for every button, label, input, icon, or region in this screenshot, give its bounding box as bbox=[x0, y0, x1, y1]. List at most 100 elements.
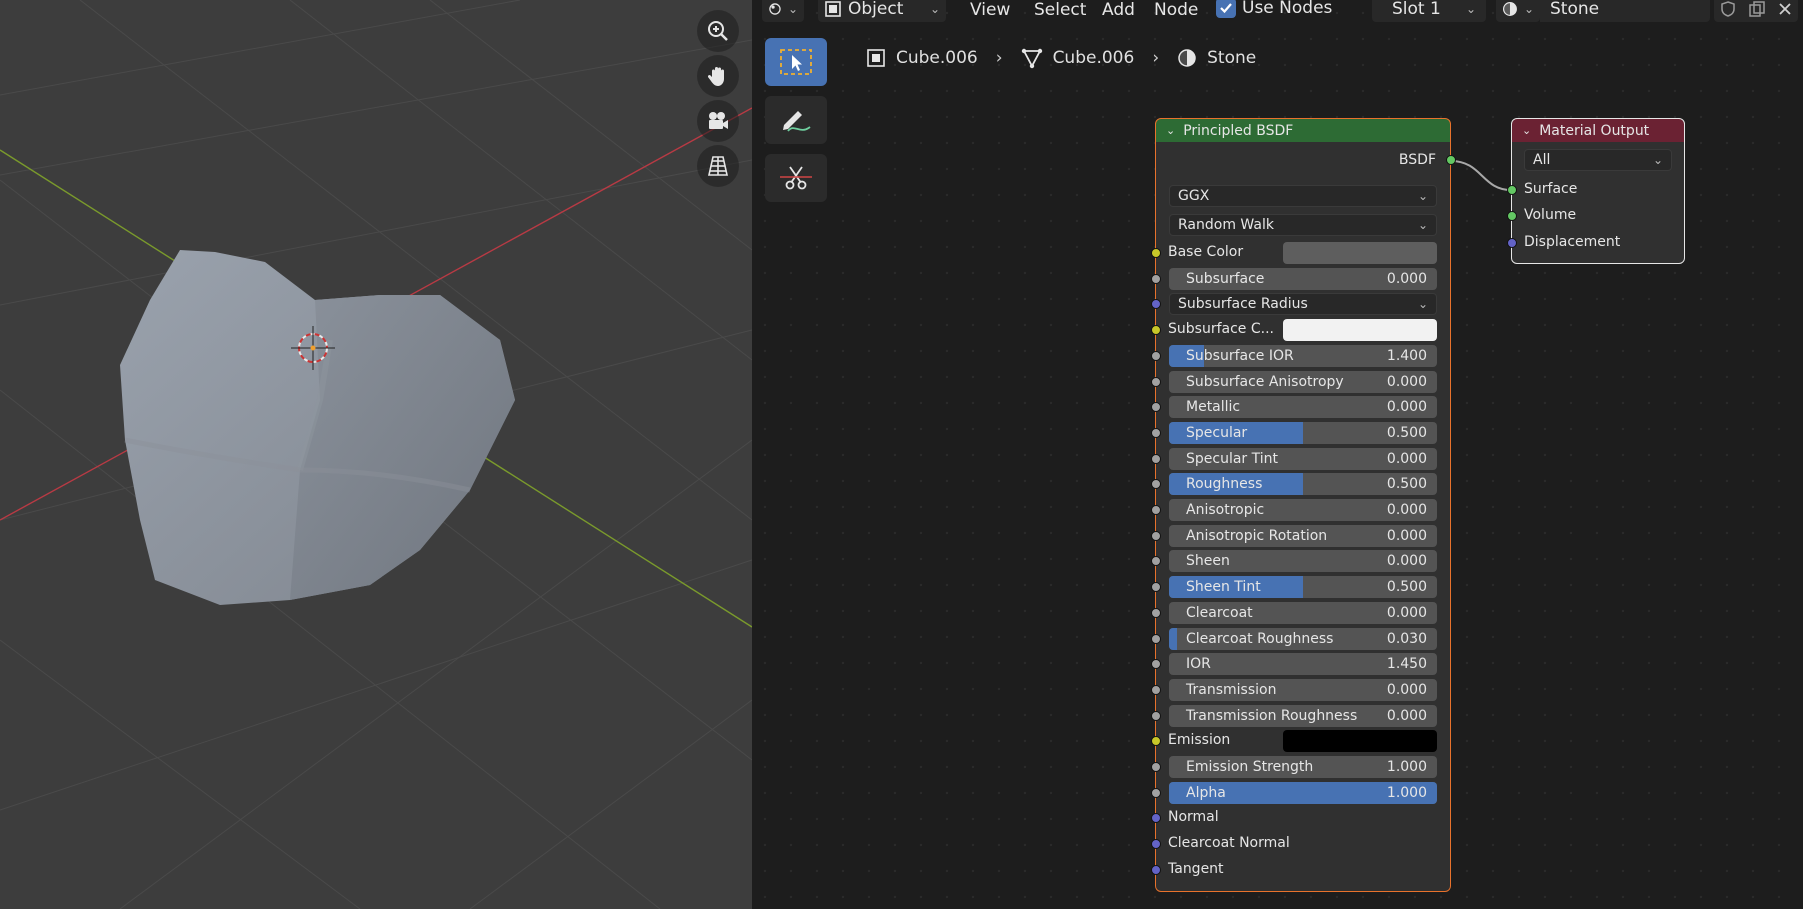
output-target-dropdown[interactable]: All ⌄ bbox=[1524, 149, 1672, 171]
ior-socket[interactable] bbox=[1151, 659, 1161, 669]
subsurface-anisotropy-field[interactable]: Subsurface Anisotropy 0.000 bbox=[1169, 371, 1437, 393]
normal-socket[interactable] bbox=[1151, 813, 1161, 823]
clearcoat-value: 0.000 bbox=[1386, 605, 1427, 621]
clearcoat-roughness-value: 0.030 bbox=[1386, 631, 1427, 647]
transmission-roughness-socket[interactable] bbox=[1151, 711, 1161, 721]
specular-socket[interactable] bbox=[1151, 428, 1161, 438]
metallic-field[interactable]: Metallic 0.000 bbox=[1169, 396, 1437, 418]
subsurface-radius-socket[interactable] bbox=[1151, 299, 1161, 309]
anisotropic-socket[interactable] bbox=[1151, 505, 1161, 515]
subsurface-c-socket[interactable] bbox=[1151, 325, 1161, 335]
metallic-socket[interactable] bbox=[1151, 402, 1161, 412]
zoom-icon[interactable] bbox=[697, 10, 739, 52]
subsurface-radius-dropdown[interactable]: Subsurface Radius ⌄ bbox=[1169, 293, 1437, 315]
emission-strength-value: 1.000 bbox=[1386, 759, 1427, 775]
subsurface-anisotropy-label: Subsurface Anisotropy bbox=[1186, 374, 1344, 390]
perspective-grid-icon[interactable] bbox=[697, 145, 739, 187]
anisotropic-rotation-socket[interactable] bbox=[1151, 531, 1161, 541]
roughness-label: Roughness bbox=[1186, 476, 1263, 492]
roughness-value: 0.500 bbox=[1386, 476, 1427, 492]
specular-value: 0.500 bbox=[1386, 425, 1427, 441]
subsurface-ior-socket[interactable] bbox=[1151, 351, 1161, 361]
subsurface-ior-label: Subsurface IOR bbox=[1186, 348, 1294, 364]
principled-bsdf-node[interactable]: ⌄ Principled BSDF BSDF GGX ⌄ Random Walk… bbox=[1151, 118, 1456, 892]
subsurface-method-dropdown[interactable]: Random Walk ⌄ bbox=[1169, 214, 1437, 236]
roughness-field[interactable]: Roughness 0.500 bbox=[1169, 473, 1437, 495]
tangent-label: Tangent bbox=[1168, 861, 1224, 877]
chevron-down-icon: ⌄ bbox=[1417, 218, 1428, 232]
subsurface-socket[interactable] bbox=[1151, 274, 1161, 284]
surface-input-socket[interactable] bbox=[1507, 185, 1517, 195]
specular-tint-socket[interactable] bbox=[1151, 454, 1161, 464]
surface-input-label: Surface bbox=[1524, 181, 1578, 197]
metallic-value: 0.000 bbox=[1386, 399, 1427, 415]
node-title: Principled BSDF bbox=[1183, 122, 1294, 139]
clearcoat-roughness-socket[interactable] bbox=[1151, 634, 1161, 644]
chevron-down-icon: ⌄ bbox=[1417, 297, 1428, 311]
emission-color-swatch[interactable] bbox=[1283, 730, 1437, 752]
anisotropic-rotation-field[interactable]: Anisotropic Rotation 0.000 bbox=[1169, 525, 1437, 547]
base-color-color-swatch[interactable] bbox=[1283, 242, 1437, 264]
base-color-socket[interactable] bbox=[1151, 248, 1161, 258]
sheen-label: Sheen bbox=[1186, 553, 1230, 569]
distribution-value: GGX bbox=[1178, 188, 1210, 204]
tangent-socket[interactable] bbox=[1151, 865, 1161, 875]
subsurface-c-label: Subsurface C... bbox=[1168, 321, 1274, 337]
viewport-scene bbox=[0, 0, 752, 909]
alpha-value: 1.000 bbox=[1386, 785, 1427, 801]
pan-hand-icon[interactable] bbox=[697, 55, 739, 97]
transmission-roughness-label: Transmission Roughness bbox=[1186, 708, 1358, 724]
transmission-value: 0.000 bbox=[1386, 682, 1427, 698]
anisotropic-field[interactable]: Anisotropic 0.000 bbox=[1169, 499, 1437, 521]
transmission-field[interactable]: Transmission 0.000 bbox=[1169, 679, 1437, 701]
node-title: Material Output bbox=[1539, 122, 1650, 139]
camera-icon[interactable] bbox=[697, 100, 739, 142]
specular-field[interactable]: Specular 0.500 bbox=[1169, 422, 1437, 444]
node-header[interactable]: ⌄ Principled BSDF bbox=[1156, 119, 1450, 142]
sheen-socket[interactable] bbox=[1151, 556, 1161, 566]
subsurface-anisotropy-socket[interactable] bbox=[1151, 377, 1161, 387]
collapse-chevron-icon[interactable]: ⌄ bbox=[1166, 124, 1175, 137]
base-color-label: Base Color bbox=[1168, 244, 1244, 260]
subsurface-ior-field[interactable]: Subsurface IOR 1.400 bbox=[1169, 345, 1437, 367]
sheen-tint-socket[interactable] bbox=[1151, 582, 1161, 592]
distribution-dropdown[interactable]: GGX ⌄ bbox=[1169, 185, 1437, 207]
specular-label: Specular bbox=[1186, 425, 1248, 441]
emission-strength-socket[interactable] bbox=[1151, 762, 1161, 772]
specular-tint-field[interactable]: Specular Tint 0.000 bbox=[1169, 448, 1437, 470]
node-header[interactable]: ⌄ Material Output bbox=[1512, 119, 1684, 142]
transmission-socket[interactable] bbox=[1151, 685, 1161, 695]
3d-viewport[interactable] bbox=[0, 0, 752, 909]
emission-socket[interactable] bbox=[1151, 736, 1161, 746]
sheen-tint-value: 0.500 bbox=[1386, 579, 1427, 595]
sheen-value: 0.000 bbox=[1386, 553, 1427, 569]
anisotropic-label: Anisotropic bbox=[1186, 502, 1265, 518]
emission-strength-label: Emission Strength bbox=[1186, 759, 1314, 775]
alpha-label: Alpha bbox=[1186, 785, 1226, 801]
transmission-roughness-field[interactable]: Transmission Roughness 0.000 bbox=[1169, 705, 1437, 727]
roughness-socket[interactable] bbox=[1151, 479, 1161, 489]
volume-input-socket[interactable] bbox=[1507, 211, 1517, 221]
clearcoat-normal-socket[interactable] bbox=[1151, 839, 1161, 849]
clearcoat-socket[interactable] bbox=[1151, 608, 1161, 618]
material-output-node[interactable]: ⌄ Material Output All ⌄ Surface Volume D… bbox=[1507, 118, 1685, 264]
clearcoat-normal-label: Clearcoat Normal bbox=[1168, 835, 1290, 851]
anisotropic-rotation-value: 0.000 bbox=[1386, 528, 1427, 544]
shader-node-editor[interactable]: ⌄ Object ⌄ View Select Add Node Use Node… bbox=[752, 0, 1803, 909]
emission-strength-field[interactable]: Emission Strength 1.000 bbox=[1169, 756, 1437, 778]
anisotropic-rotation-label: Anisotropic Rotation bbox=[1186, 528, 1328, 544]
subsurface-c-color-swatch[interactable] bbox=[1283, 319, 1437, 341]
ior-field[interactable]: IOR 1.450 bbox=[1169, 653, 1437, 675]
emission-label: Emission bbox=[1168, 732, 1231, 748]
sheen-tint-field[interactable]: Sheen Tint 0.500 bbox=[1169, 576, 1437, 598]
bsdf-output-socket[interactable] bbox=[1446, 155, 1456, 165]
collapse-chevron-icon[interactable]: ⌄ bbox=[1522, 124, 1531, 137]
sheen-field[interactable]: Sheen 0.000 bbox=[1169, 550, 1437, 572]
subsurface-label: Subsurface bbox=[1186, 271, 1265, 287]
subsurface-field[interactable]: Subsurface 0.000 bbox=[1169, 268, 1437, 290]
alpha-socket[interactable] bbox=[1151, 788, 1161, 798]
clearcoat-field[interactable]: Clearcoat 0.000 bbox=[1169, 602, 1437, 624]
alpha-field[interactable]: Alpha 1.000 bbox=[1169, 782, 1437, 804]
clearcoat-roughness-field[interactable]: Clearcoat Roughness 0.030 bbox=[1169, 628, 1437, 650]
displacement-input-socket[interactable] bbox=[1507, 238, 1517, 248]
